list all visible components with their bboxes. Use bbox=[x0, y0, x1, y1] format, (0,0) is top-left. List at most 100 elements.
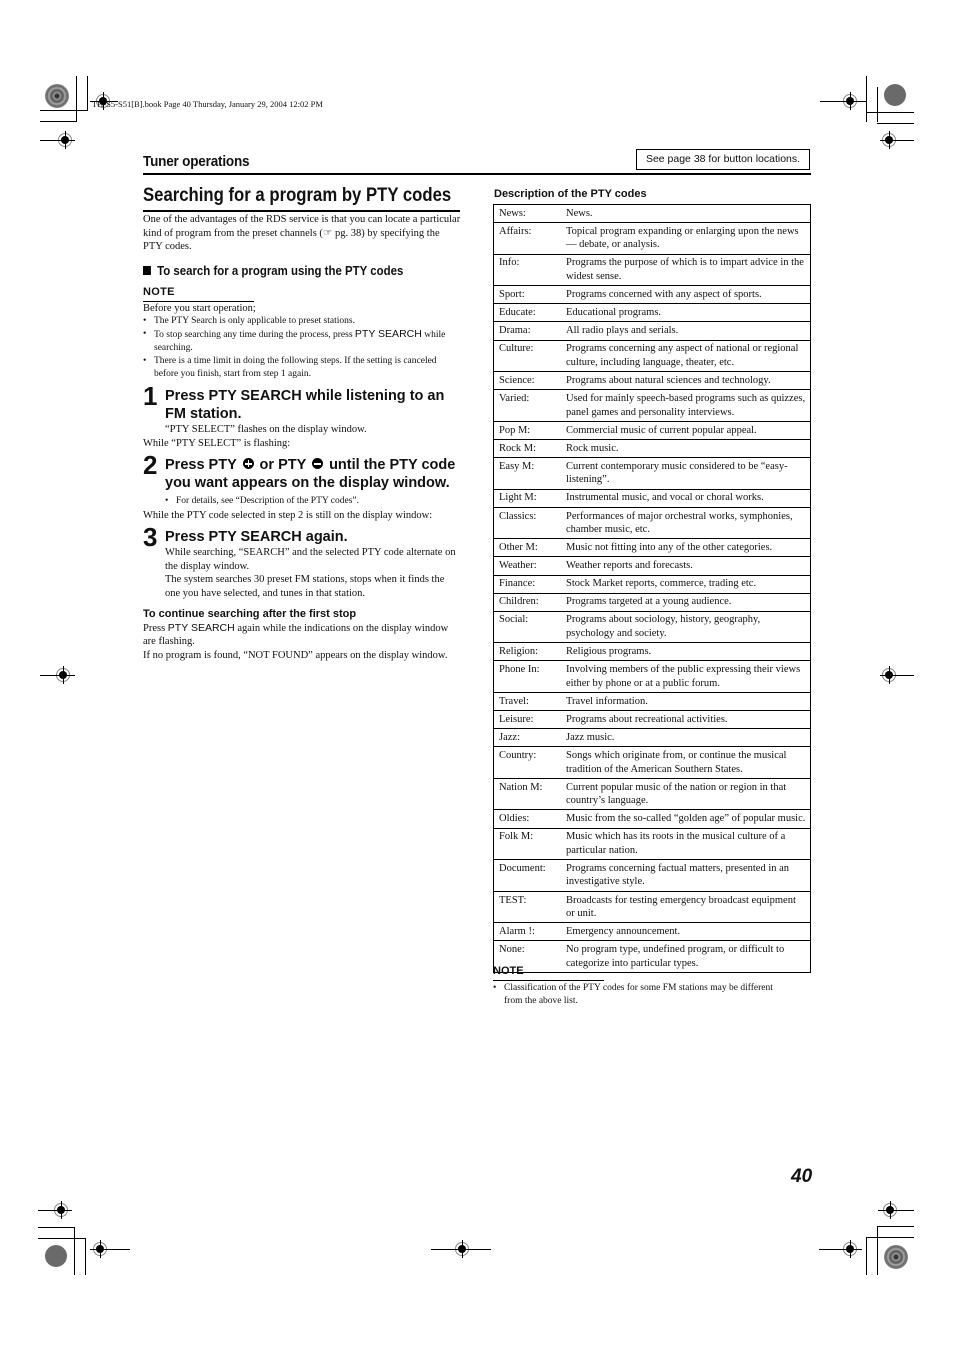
page-title: Searching for a program by PTY codes bbox=[143, 185, 452, 206]
pty-description: Instrumental music, and vocal or choral … bbox=[561, 488, 811, 508]
note-label: NOTE bbox=[143, 286, 175, 298]
table-row: Oldies: Music from the so-called “golden … bbox=[493, 809, 811, 829]
table-row: Classics: Performances of major orchestra… bbox=[493, 506, 811, 540]
pty-description: Programs targeted at a young audience. bbox=[561, 592, 811, 612]
crop-line bbox=[880, 140, 914, 141]
color-rosette-icon bbox=[884, 1245, 908, 1269]
crop-line bbox=[85, 1238, 86, 1275]
crop-line bbox=[38, 1210, 72, 1211]
crop-line bbox=[877, 1226, 878, 1275]
pty-code: Document: bbox=[493, 859, 561, 892]
pty-description: Current popular music of the nation or r… bbox=[561, 777, 811, 811]
pty-code: Alarm !: bbox=[493, 922, 561, 942]
pty-description: News. bbox=[561, 203, 811, 224]
section-title: Tuner operations bbox=[143, 153, 250, 170]
subheading-text: To search for a program using the PTY co… bbox=[157, 262, 404, 278]
table-row: Drama: All radio plays and serials. bbox=[493, 321, 811, 341]
step-body: The system searches 30 preset FM station… bbox=[165, 574, 445, 599]
table-row: Leisure: Programs about recreational acti… bbox=[493, 710, 811, 730]
table-row: News: News. bbox=[493, 203, 811, 224]
crop-line bbox=[87, 76, 88, 111]
color-disc-icon bbox=[45, 1245, 67, 1267]
pty-code: Weather: bbox=[493, 556, 561, 576]
crop-line bbox=[866, 1237, 914, 1238]
crop-line bbox=[431, 1249, 491, 1250]
pty-code: Religion: bbox=[493, 642, 561, 662]
color-rosette-icon bbox=[45, 84, 69, 108]
table-row: Affairs: Topical program expanding or enl… bbox=[493, 222, 811, 255]
table-row: Religion: Religious programs. bbox=[493, 642, 811, 662]
table-row: Light M: Instrumental music, and vocal or… bbox=[493, 488, 811, 508]
continue-text-part: Press bbox=[143, 622, 166, 634]
step-1: 1 Press PTY SEARCH while listening to an… bbox=[143, 383, 461, 437]
pty-code: Jazz: bbox=[493, 728, 561, 748]
square-bullet-icon bbox=[143, 265, 151, 275]
table-row: Other M: Music not fitting into any of th… bbox=[493, 538, 811, 558]
note-rule bbox=[493, 980, 604, 981]
page-number: 40 bbox=[791, 1166, 813, 1187]
title-rule bbox=[143, 210, 460, 212]
pty-description: No program type, undefined program, or d… bbox=[561, 940, 811, 973]
crop-line bbox=[880, 675, 914, 676]
pty-code: Drama: bbox=[493, 321, 561, 341]
pty-description: Jazz music. bbox=[561, 728, 811, 748]
pty-description: Broadcasts for testing emergency broadca… bbox=[561, 890, 811, 924]
pty-description: Used for mainly speech-based programs su… bbox=[561, 389, 811, 422]
step-transition: While “PTY SELECT” is flashing: bbox=[143, 437, 291, 449]
left-column: One of the advantages of the RDS service… bbox=[143, 213, 461, 662]
crop-line bbox=[40, 140, 75, 141]
table-row: Pop M: Commercial music of current popula… bbox=[493, 420, 811, 440]
pty-description: Rock music. bbox=[561, 438, 811, 459]
pty-minus-icon bbox=[312, 458, 324, 469]
crop-line bbox=[76, 76, 77, 122]
pty-code: Leisure: bbox=[493, 710, 561, 730]
pty-description: Programs concerning factual matters, pre… bbox=[561, 859, 811, 892]
table-row: None: No program type, undefined program,… bbox=[493, 940, 811, 973]
step-body: While searching, “SEARCH” and the select… bbox=[165, 547, 456, 572]
crop-line bbox=[866, 1237, 867, 1275]
note-list: Classification of the PTY codes for some… bbox=[493, 982, 793, 1008]
table-row: Alarm !: Emergency announcement. bbox=[493, 922, 811, 942]
see-page-note: See page 38 for button locations. bbox=[636, 149, 810, 170]
pty-description: Involving members of the public expressi… bbox=[561, 660, 811, 693]
pty-code: Rock M: bbox=[493, 438, 561, 459]
crop-line bbox=[38, 1238, 86, 1239]
pty-description: Stock Market reports, commerce, trading … bbox=[561, 574, 811, 594]
pty-code: Science: bbox=[493, 371, 561, 391]
table-row: Science: Programs about natural sciences … bbox=[493, 371, 811, 391]
pty-description: Religious programs. bbox=[561, 642, 811, 662]
pty-code: Travel: bbox=[493, 691, 561, 712]
pty-code: Light M: bbox=[493, 488, 561, 508]
table-row: Folk M: Music which has its roots in the … bbox=[493, 827, 811, 861]
color-disc-icon bbox=[884, 84, 906, 106]
table-row: Social: Programs about sociology, history… bbox=[493, 610, 811, 644]
pty-description: Programs concerning any aspect of nation… bbox=[561, 339, 811, 373]
pty-description: Educational programs. bbox=[561, 303, 811, 323]
pty-code: TEST: bbox=[493, 890, 561, 924]
pty-code: Educate: bbox=[493, 303, 561, 323]
continue-text: Press PTY SEARCH again while the indicat… bbox=[143, 622, 461, 649]
pty-description: Topical program expanding or enlarging u… bbox=[561, 222, 811, 255]
pty-code: Info: bbox=[493, 253, 561, 287]
crop-line bbox=[878, 1210, 914, 1211]
step-title: Press PTY SEARCH again. bbox=[165, 529, 348, 545]
pty-search-key: PTY SEARCH bbox=[354, 328, 422, 340]
pty-code: News: bbox=[493, 203, 561, 224]
note-lead: Before you start operation; bbox=[143, 302, 256, 314]
continue-heading: To continue searching after the first st… bbox=[143, 608, 357, 620]
pty-plus-icon bbox=[242, 458, 254, 469]
step-number: 1 bbox=[143, 381, 158, 411]
crop-line bbox=[877, 1226, 914, 1227]
table-row: Children: Programs targeted at a young au… bbox=[493, 592, 811, 612]
step-title-part: Press PTY bbox=[165, 457, 237, 473]
pty-code: Other M: bbox=[493, 538, 561, 558]
table-row: Varied: Used for mainly speech-based prog… bbox=[493, 389, 811, 422]
table-row: Phone In: Involving members of the public… bbox=[493, 660, 811, 693]
crop-line bbox=[877, 123, 914, 124]
section-rule bbox=[143, 173, 811, 175]
crop-line bbox=[74, 1227, 75, 1275]
note-item: Classification of the PTY codes for some… bbox=[493, 982, 793, 1008]
pty-code-table: News: News. Affairs: Topical program expand… bbox=[493, 203, 811, 973]
pty-code: Pop M: bbox=[493, 420, 561, 440]
table-row: TEST: Broadcasts for testing emergency br… bbox=[493, 890, 811, 924]
